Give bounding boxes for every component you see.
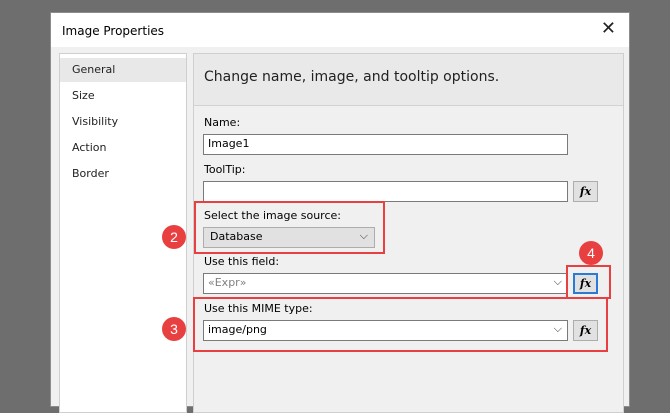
image-source-label: Select the image source:	[204, 209, 341, 222]
panel-header: Change name, image, and tooltip options.	[194, 54, 623, 106]
name-label: Name:	[204, 116, 241, 129]
chevron-down-icon: ⌵	[359, 229, 368, 242]
use-field-combo[interactable]: «Expr» ⌵	[203, 273, 568, 294]
panel-header-text: Change name, image, and tooltip options.	[204, 69, 500, 85]
title-bar[interactable]: Image Properties ✕	[51, 13, 629, 47]
nav-item-border[interactable]: Border	[60, 162, 186, 186]
nav-item-action[interactable]: Action	[60, 136, 186, 160]
mime-fx-button[interactable]: fx	[573, 320, 598, 341]
image-properties-dialog: Image Properties ✕ General Size Visibili…	[50, 12, 630, 413]
close-icon[interactable]: ✕	[601, 20, 616, 38]
general-panel: Change name, image, and tooltip options.…	[193, 53, 624, 413]
tooltip-fx-button[interactable]: fx	[573, 181, 598, 202]
use-field-label: Use this field:	[204, 255, 280, 268]
callout-badge-2: 2	[162, 225, 186, 249]
tooltip-label: ToolTip:	[204, 163, 246, 176]
use-field-value: «Expr»	[208, 276, 247, 289]
callout-badge-4: 4	[579, 241, 603, 265]
name-input[interactable]: Image1	[203, 134, 568, 155]
chevron-down-icon: ⌵	[553, 322, 562, 335]
image-source-select[interactable]: Database ⌵	[203, 227, 375, 248]
mime-type-combo[interactable]: image/png ⌵	[203, 320, 568, 341]
mime-type-label: Use this MIME type:	[204, 302, 313, 315]
nav-item-general[interactable]: General	[60, 58, 186, 82]
image-source-value: Database	[210, 230, 263, 243]
mime-type-value: image/png	[208, 323, 267, 336]
nav-item-visibility[interactable]: Visibility	[60, 110, 186, 134]
nav-item-size[interactable]: Size	[60, 84, 186, 108]
callout-badge-3: 3	[162, 317, 186, 341]
field-fx-button[interactable]: fx	[573, 273, 598, 294]
chevron-down-icon: ⌵	[553, 275, 562, 288]
dialog-title: Image Properties	[62, 24, 165, 38]
tooltip-input[interactable]	[203, 181, 568, 202]
